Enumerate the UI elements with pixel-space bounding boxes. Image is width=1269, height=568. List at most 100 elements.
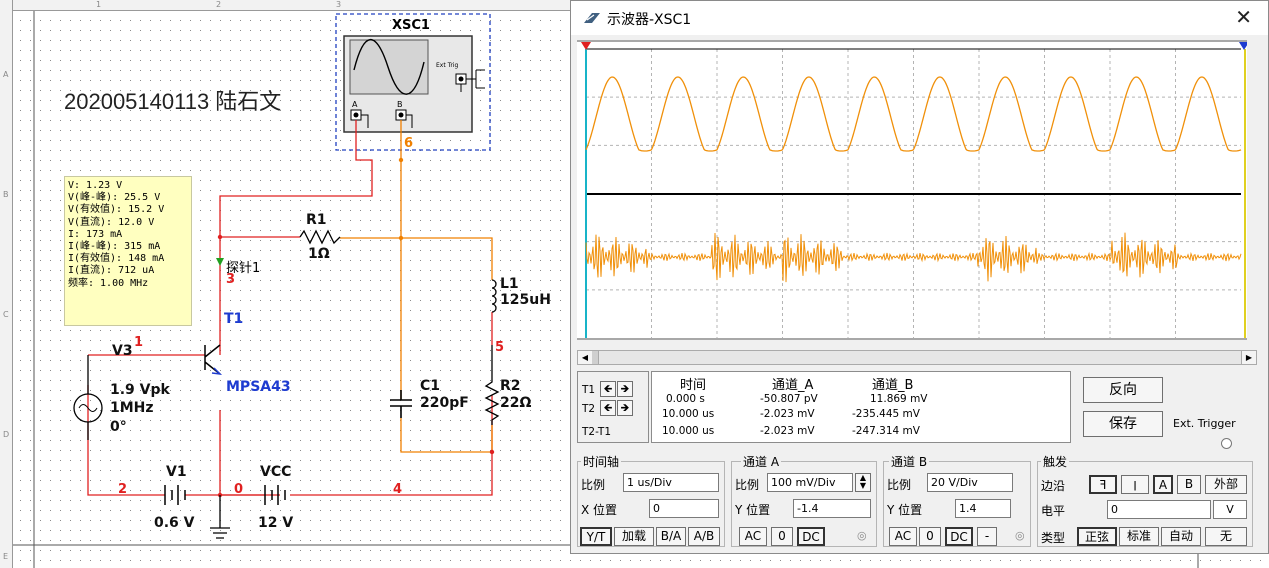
probe-reading: V(直流): 12.0 V xyxy=(68,216,155,228)
vcc-name[interactable]: VCC xyxy=(260,464,291,480)
left-ruler: A B C D E xyxy=(0,0,13,568)
ruler-mark: 2 xyxy=(216,0,222,9)
horizontal-scrollbar[interactable]: ◀ ▶ xyxy=(577,350,1257,365)
falling-edge-button[interactable]: ꞁ xyxy=(1121,475,1149,494)
ruler-mark: D xyxy=(3,430,10,439)
channel-a-scale-label: 比例 xyxy=(735,478,760,492)
probe-reading: V: 1.23 V xyxy=(68,180,123,191)
window-title: 示波器-XSC1 xyxy=(607,12,692,28)
channel-b-radio-icon[interactable]: ◎ xyxy=(1015,529,1025,542)
ruler-mark: C xyxy=(3,310,9,319)
channel-a-zero-button[interactable]: 0 xyxy=(771,527,793,546)
ext-trigger-label: Ext. Trigger xyxy=(1173,417,1236,430)
v3-phase: 0° xyxy=(110,419,127,435)
readout-cell: 0.000 s xyxy=(666,393,705,405)
probe-reading: V(有效值): 15.2 V xyxy=(68,204,165,216)
cursor-t2-label: T2 xyxy=(582,403,596,415)
trigger-type-normal-button[interactable]: 标准 xyxy=(1119,527,1159,546)
readout-cell: -247.314 mV xyxy=(852,425,920,437)
close-button[interactable]: ✕ xyxy=(1235,5,1252,29)
reverse-button[interactable]: 反向 xyxy=(1083,377,1163,403)
readout-cell: -2.023 mV xyxy=(760,408,815,420)
node-label: 2 xyxy=(118,482,128,497)
channel-a-radio-icon[interactable]: ◎ xyxy=(857,529,867,542)
ba-mode-button[interactable]: B/A xyxy=(656,527,686,546)
oscilloscope-icon xyxy=(584,13,600,23)
scroll-thumb[interactable] xyxy=(592,351,599,364)
trigger-source-a-button[interactable]: A xyxy=(1153,475,1173,494)
timebase-scale-field[interactable]: 1 us/Div xyxy=(623,473,719,492)
cursor-delta-label: T2-T1 xyxy=(582,426,612,438)
student-label[interactable]: 202005140113 陆石文 xyxy=(64,84,281,116)
measurement-readout: 时间 通道_A 通道_B 0.000 s -50.807 pV 11.869 m… xyxy=(651,371,1071,443)
t2-left-arrow-icon[interactable]: 🡸 xyxy=(600,400,616,416)
readout-header-ch-a: 通道_A xyxy=(772,378,814,393)
r1-name[interactable]: R1 xyxy=(306,212,327,228)
channel-b-minus-button[interactable]: - xyxy=(977,527,997,546)
channel-b-zero-button[interactable]: 0 xyxy=(919,527,941,546)
channel-b-dc-button[interactable]: DC xyxy=(945,527,973,546)
window-titlebar[interactable]: 示波器-XSC1 ✕ xyxy=(571,1,1268,35)
trigger-type-auto-button[interactable]: 自动 xyxy=(1161,527,1201,546)
ab-mode-button[interactable]: A/B xyxy=(688,527,720,546)
l1-name[interactable]: L1 xyxy=(500,276,519,292)
channel-b-ypos-field[interactable]: 1.4 xyxy=(955,499,1011,518)
channel-b-ac-button[interactable]: AC xyxy=(889,527,917,546)
trigger-type-sine-button[interactable]: 正弦 xyxy=(1077,527,1117,546)
probe-reading: I(直流): 712 uA xyxy=(68,265,155,277)
t2-right-arrow-icon[interactable]: 🡺 xyxy=(617,400,633,416)
v3-name[interactable]: V3 xyxy=(112,343,133,359)
trigger-source-b-button[interactable]: B xyxy=(1177,475,1201,494)
trigger-type-none-button[interactable]: 无 xyxy=(1205,527,1247,546)
readout-header-ch-b: 通道_B xyxy=(872,378,914,393)
timebase-scale-label: 比例 xyxy=(581,478,606,492)
oscilloscope-window[interactable]: 示波器-XSC1 ✕ ◀ ▶ T1 🡸 🡺 T2 🡸 🡺 T2-T1 时间 通道… xyxy=(570,0,1269,554)
v1-value: 0.6 V xyxy=(154,515,195,531)
channel-a-scale-spinner[interactable]: ▲ ▼ xyxy=(855,473,871,492)
save-button[interactable]: 保存 xyxy=(1083,411,1163,437)
vcc-value: 12 V xyxy=(258,515,294,531)
timebase-title: 时间轴 xyxy=(581,453,622,470)
trigger-edge-label: 边沿 xyxy=(1041,479,1066,493)
load-button[interactable]: 加载 xyxy=(614,527,654,546)
channel-a-ypos-field[interactable]: -1.4 xyxy=(793,499,871,518)
readout-cell: -2.023 mV xyxy=(760,425,815,437)
probe-reading: I(有效值): 148 mA xyxy=(68,253,165,265)
probe-reading: I: 173 mA xyxy=(68,228,123,240)
channel-b-scale-field[interactable]: 20 V/Div xyxy=(927,473,1013,492)
readout-cell: -50.807 pV xyxy=(760,393,818,405)
trigger-level-field[interactable]: 0 xyxy=(1107,500,1211,519)
scroll-left-arrow-icon[interactable]: ◀ xyxy=(578,351,593,364)
c1-name[interactable]: C1 xyxy=(420,378,440,394)
ruler-mark: 1 xyxy=(96,0,102,9)
node-label: 0 xyxy=(234,482,244,497)
channel-b-ypos-label: Y 位置 xyxy=(887,503,923,517)
scope-ref-label: XSC1 xyxy=(392,18,430,33)
oscilloscope-screen[interactable] xyxy=(577,42,1247,338)
ruler-mark: A xyxy=(3,70,9,79)
rising-edge-button[interactable]: ꟻ xyxy=(1089,475,1117,494)
trigger-external-button[interactable]: 外部 xyxy=(1205,475,1247,494)
yt-mode-button[interactable]: Y/T xyxy=(580,527,612,546)
v1-name[interactable]: V1 xyxy=(166,464,187,480)
channel-a-dc-button[interactable]: DC xyxy=(797,527,825,546)
trigger-type-label: 类型 xyxy=(1041,531,1066,545)
readout-cell: 10.000 us xyxy=(662,408,715,420)
oscilloscope-component[interactable] xyxy=(344,36,472,132)
r2-name[interactable]: R2 xyxy=(500,378,521,394)
x-position-field[interactable]: 0 xyxy=(649,499,719,518)
r2-value: 22Ω xyxy=(500,395,532,411)
channel-a-scale-field[interactable]: 100 mV/Div xyxy=(767,473,853,492)
t1-right-arrow-icon[interactable]: 🡺 xyxy=(617,381,633,397)
scroll-right-arrow-icon[interactable]: ▶ xyxy=(1241,351,1256,364)
t1-left-arrow-icon[interactable]: 🡸 xyxy=(600,381,616,397)
node-label: 1 xyxy=(134,335,144,350)
probe-reading: V(峰-峰): 25.5 V xyxy=(68,192,161,204)
t1-name[interactable]: T1 xyxy=(224,311,243,327)
channel-a-ac-button[interactable]: AC xyxy=(739,527,767,546)
ext-trigger-terminal-icon[interactable] xyxy=(1221,438,1232,449)
channel-b-title: 通道 B xyxy=(889,453,930,470)
trigger-level-unit[interactable]: V xyxy=(1213,500,1247,519)
probe-reading: I(峰-峰): 315 mA xyxy=(68,241,161,253)
t1-model: MPSA43 xyxy=(226,379,291,395)
